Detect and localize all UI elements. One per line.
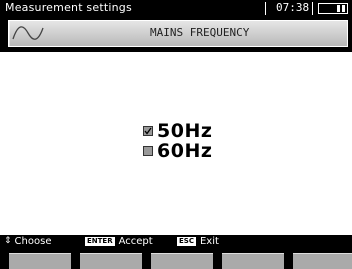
window-title: Measurement settings (5, 1, 132, 14)
esc-key-icon: ESC (177, 237, 196, 246)
header-strip: MAINS FREQUENCY (0, 17, 352, 52)
title-divider (265, 2, 266, 15)
title-divider (312, 2, 313, 15)
hint-exit: ESC Exit (177, 236, 219, 247)
battery-icon (318, 3, 348, 14)
hint-label: Accept (118, 236, 153, 247)
sine-wave-icon (8, 20, 50, 47)
hint-accept: ENTER Accept (85, 236, 153, 247)
checkbox-unchecked-icon[interactable] (143, 146, 153, 156)
option-label: 60Hz (157, 140, 213, 162)
hint-label: Choose (14, 236, 52, 247)
hint-choose: ⇕ Choose (4, 236, 51, 247)
option-60hz[interactable]: 60Hz (143, 140, 212, 162)
settings-panel: 50Hz 60Hz (0, 52, 352, 235)
function-key-5[interactable] (293, 253, 352, 269)
hint-bar: ⇕ Choose ENTER Accept ESC Exit (0, 235, 352, 249)
title-bar: Measurement settings 07:38 (0, 0, 352, 17)
up-down-arrows-icon: ⇕ (4, 236, 12, 246)
option-label: 50Hz (157, 120, 213, 142)
function-key-2[interactable] (80, 253, 142, 269)
battery-cell (342, 5, 345, 12)
checkbox-checked-icon[interactable] (143, 126, 153, 136)
enter-key-icon: ENTER (85, 237, 115, 246)
meter-screen: Measurement settings 07:38 MAINS FREQUEN… (0, 0, 352, 269)
function-key-1[interactable] (9, 253, 71, 269)
page-title: MAINS FREQUENCY (150, 26, 250, 39)
function-key-4[interactable] (222, 253, 284, 269)
function-key-3[interactable] (151, 253, 213, 269)
hint-label: Exit (199, 236, 219, 247)
option-50hz[interactable]: 50Hz (143, 120, 212, 142)
clock: 07:38 (276, 1, 310, 14)
function-key-bar (0, 249, 352, 269)
battery-cell (337, 5, 340, 12)
